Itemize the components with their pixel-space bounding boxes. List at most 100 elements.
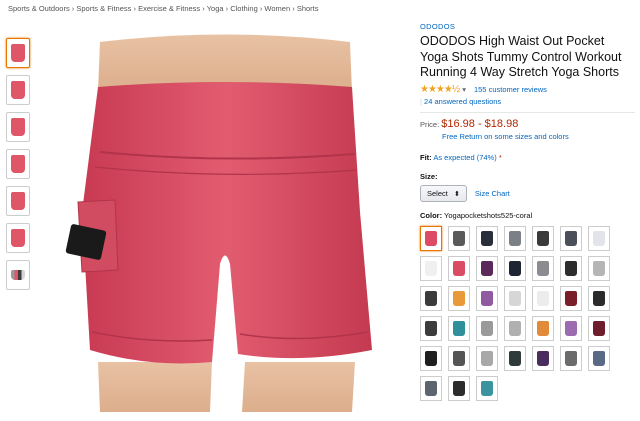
answered-row: | 24 answered questions bbox=[420, 96, 502, 106]
thumbnail[interactable] bbox=[6, 223, 30, 253]
color-swatch[interactable] bbox=[420, 375, 442, 401]
shorts-icon bbox=[11, 155, 25, 173]
shorts-icon bbox=[425, 230, 437, 246]
color-swatch[interactable] bbox=[532, 315, 554, 341]
color-swatch[interactable] bbox=[560, 315, 582, 341]
shorts-icon bbox=[565, 260, 577, 276]
color-swatch[interactable] bbox=[560, 345, 582, 371]
breadcrumb-item[interactable]: Exercise & Fitness bbox=[138, 4, 200, 13]
color-swatch[interactable] bbox=[476, 315, 498, 341]
color-swatch[interactable] bbox=[532, 255, 554, 281]
shorts-icon bbox=[11, 192, 25, 210]
color-swatch[interactable] bbox=[448, 315, 470, 341]
thumbnail[interactable] bbox=[6, 186, 30, 216]
breadcrumb-item[interactable]: Shorts bbox=[297, 4, 319, 13]
shorts-icon bbox=[593, 290, 605, 306]
chevron-down-icon[interactable]: ▾ bbox=[462, 85, 466, 94]
color-swatch[interactable] bbox=[420, 255, 442, 281]
brand-link[interactable]: ODODOS bbox=[420, 22, 635, 31]
shorts-icon bbox=[509, 350, 521, 366]
shorts-icon bbox=[425, 260, 437, 276]
shorts bbox=[82, 82, 372, 364]
product-image[interactable] bbox=[60, 32, 390, 412]
price-label: Price: bbox=[420, 119, 440, 129]
shorts-icon bbox=[11, 44, 25, 62]
color-swatch[interactable] bbox=[448, 285, 470, 311]
color-swatch[interactable] bbox=[504, 345, 526, 371]
color-swatch[interactable] bbox=[588, 285, 610, 311]
color-swatch[interactable] bbox=[504, 255, 526, 281]
shorts-icon bbox=[11, 229, 25, 247]
color-swatch[interactable] bbox=[476, 345, 498, 371]
breadcrumb-item[interactable]: Clothing bbox=[230, 4, 258, 13]
color-swatch[interactable] bbox=[504, 285, 526, 311]
reviews-link[interactable]: 155 customer reviews bbox=[474, 85, 547, 94]
color-swatch[interactable] bbox=[448, 225, 470, 251]
shorts-icon bbox=[11, 118, 25, 136]
thumbnail[interactable] bbox=[6, 38, 30, 68]
shorts-icon bbox=[453, 230, 465, 246]
shorts-icon bbox=[537, 260, 549, 276]
color-variants-icon bbox=[11, 270, 25, 280]
shorts-icon bbox=[453, 320, 465, 336]
color-swatch[interactable] bbox=[476, 225, 498, 251]
color-swatch[interactable] bbox=[560, 255, 582, 281]
color-swatch[interactable] bbox=[476, 255, 498, 281]
color-swatch[interactable] bbox=[532, 345, 554, 371]
shorts-icon bbox=[453, 290, 465, 306]
fit-value-link[interactable]: As expected (74%) bbox=[433, 153, 496, 162]
color-swatch[interactable] bbox=[420, 285, 442, 311]
size-select[interactable]: Select ⬍ bbox=[420, 184, 467, 202]
color-swatch[interactable] bbox=[476, 375, 498, 401]
star-rating-icon[interactable]: ★★★★½ bbox=[420, 84, 460, 95]
color-swatch[interactable] bbox=[504, 315, 526, 341]
shorts-icon bbox=[425, 350, 437, 366]
thumbnail[interactable] bbox=[6, 112, 30, 142]
color-swatch[interactable] bbox=[420, 345, 442, 371]
color-swatch[interactable] bbox=[560, 225, 582, 251]
thumbnail[interactable] bbox=[6, 149, 30, 179]
color-swatch[interactable] bbox=[532, 285, 554, 311]
color-label: Color: bbox=[420, 210, 443, 220]
shorts-icon bbox=[481, 290, 493, 306]
price-value: $16.98 - $18.98 bbox=[441, 117, 519, 130]
color-swatch[interactable] bbox=[420, 315, 442, 341]
color-swatch[interactable] bbox=[448, 375, 470, 401]
free-return-link[interactable]: Free Return on some sizes and colors bbox=[442, 132, 635, 141]
shorts-icon bbox=[481, 320, 493, 336]
shorts-icon bbox=[509, 320, 521, 336]
shorts-icon bbox=[481, 230, 493, 246]
shorts-icon bbox=[509, 260, 521, 276]
color-swatch[interactable] bbox=[448, 345, 470, 371]
breadcrumb-item[interactable]: Sports & Fitness bbox=[76, 4, 131, 13]
breadcrumb-item[interactable]: Sports & Outdoors bbox=[8, 4, 70, 13]
shorts-icon bbox=[425, 290, 437, 306]
shorts-icon bbox=[537, 230, 549, 246]
color-swatch[interactable] bbox=[420, 225, 442, 251]
price-row: Price: $16.98 - $18.98 bbox=[420, 118, 635, 130]
color-swatch[interactable] bbox=[504, 225, 526, 251]
size-select-label: Select bbox=[427, 188, 448, 198]
sort-icon: ⬍ bbox=[453, 190, 460, 198]
color-swatch[interactable] bbox=[588, 255, 610, 281]
color-swatch[interactable] bbox=[588, 345, 610, 371]
breadcrumb-item[interactable]: Yoga bbox=[207, 4, 224, 13]
fit-row: Fit: As expected (74%) * bbox=[420, 153, 635, 162]
divider bbox=[420, 111, 635, 113]
color-swatch[interactable] bbox=[532, 225, 554, 251]
thumbnail[interactable] bbox=[6, 260, 30, 290]
color-swatch[interactable] bbox=[560, 285, 582, 311]
size-chart-link[interactable]: Size Chart bbox=[475, 189, 510, 198]
breadcrumb-item[interactable]: Women bbox=[264, 4, 290, 13]
shorts-icon bbox=[11, 81, 25, 99]
info-icon[interactable]: * bbox=[499, 153, 502, 162]
shorts-icon bbox=[593, 230, 605, 246]
shorts-icon bbox=[565, 290, 577, 306]
color-swatch[interactable] bbox=[588, 225, 610, 251]
shorts-icon bbox=[425, 320, 437, 336]
answered-questions-link[interactable]: 24 answered questions bbox=[424, 97, 501, 106]
color-swatch[interactable] bbox=[588, 315, 610, 341]
color-swatch[interactable] bbox=[448, 255, 470, 281]
thumbnail[interactable] bbox=[6, 75, 30, 105]
color-swatch[interactable] bbox=[476, 285, 498, 311]
